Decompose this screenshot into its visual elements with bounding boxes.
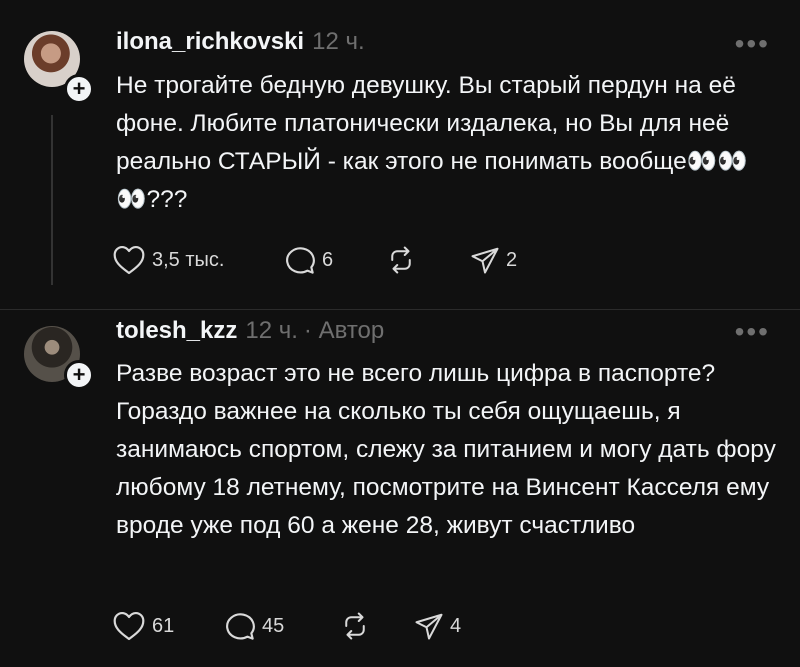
reply-count: 6 <box>322 248 334 271</box>
comment-icon <box>286 247 315 274</box>
heart-icon <box>113 245 145 275</box>
more-options-icon[interactable]: ••• <box>735 316 770 348</box>
share-count: 2 <box>506 248 518 271</box>
reply-count: 45 <box>262 614 285 637</box>
send-icon <box>471 247 499 274</box>
comment-text: Не трогайте бедную девушку. Вы старый пе… <box>116 72 748 213</box>
action-bar: 61 45 4 <box>112 609 461 643</box>
repost-button[interactable] <box>386 245 470 275</box>
follow-plus-icon[interactable]: + <box>64 360 94 390</box>
like-count: 3,5 тыс. <box>152 248 225 271</box>
comment-header: tolesh_kzz 12 ч. · Автор <box>116 317 384 345</box>
comment-1: + ilona_richkovski 12 ч. ••• Не трогайте … <box>0 0 800 310</box>
comment-icon <box>226 613 255 640</box>
comment-text: Разве возраст это не всего лишь цифра в … <box>116 360 776 539</box>
thread-line <box>51 115 53 285</box>
repost-button[interactable] <box>340 611 414 641</box>
repost-icon <box>391 246 411 274</box>
timestamp: 12 ч. <box>312 28 365 55</box>
username[interactable]: tolesh_kzz <box>116 317 237 344</box>
more-options-icon[interactable]: ••• <box>735 28 770 60</box>
author-tag: · Автор <box>303 317 385 344</box>
like-button[interactable]: 61 <box>112 611 224 641</box>
share-button[interactable]: 4 <box>414 611 461 641</box>
follow-plus-icon[interactable]: + <box>64 74 94 104</box>
username[interactable]: ilona_richkovski <box>116 28 304 55</box>
reply-button[interactable]: 6 <box>284 245 386 275</box>
comment-2: + tolesh_kzz 12 ч. · Автор ••• Разве возра… <box>0 310 800 667</box>
send-icon <box>415 613 443 640</box>
repost-icon <box>345 612 365 640</box>
like-button[interactable]: 3,5 тыс. <box>112 245 284 275</box>
like-count: 61 <box>152 614 175 637</box>
action-bar: 3,5 тыс. 6 2 <box>112 243 517 277</box>
reply-button[interactable]: 45 <box>224 611 340 641</box>
share-button[interactable]: 2 <box>470 245 517 275</box>
share-count: 4 <box>450 614 462 637</box>
comment-header: ilona_richkovski 12 ч. <box>116 28 365 56</box>
timestamp: 12 ч. <box>245 317 298 344</box>
heart-icon <box>113 611 145 641</box>
